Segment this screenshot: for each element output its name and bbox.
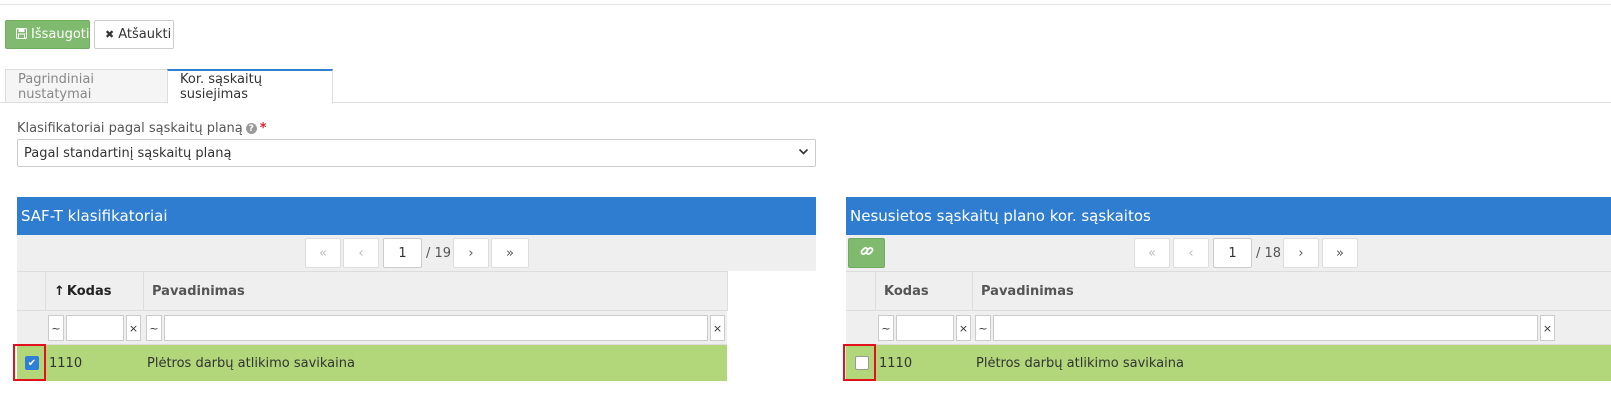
unlinked-code-filter-clear[interactable]: ×	[956, 315, 971, 341]
unlinked-row-name: Plėtros darbų atlikimo savikaina	[976, 355, 1184, 371]
cancel-button-label: Atšaukti	[118, 27, 172, 42]
x-icon: ✖	[105, 28, 115, 41]
saft-col-name[interactable]: Pavadinimas	[143, 271, 728, 311]
unlinked-col-name-label: Pavadinimas	[981, 283, 1074, 299]
unlinked-row-code: 1110	[879, 355, 913, 371]
saft-code-filter-operator[interactable]: ~	[48, 315, 64, 341]
saft-page-input[interactable]: 1	[383, 238, 422, 268]
double-chevron-right-icon[interactable]: »	[1322, 238, 1358, 268]
unlinked-panel-title: Nesusietos sąskaitų plano kor. sąskaitos	[850, 207, 1151, 225]
saft-row-checkbox[interactable]: ✔	[25, 356, 39, 370]
classifier-select-value: Pagal standartinį sąskaitų planą	[24, 145, 232, 161]
save-button[interactable]: Išsaugoti	[5, 20, 90, 49]
save-button-label: Išsaugoti	[31, 27, 90, 42]
unlinked-name-filter-clear[interactable]: ×	[1540, 315, 1555, 341]
unlinked-name-filter-input[interactable]	[993, 315, 1538, 341]
question-circle-icon[interactable]: ?	[245, 123, 257, 134]
cancel-button[interactable]: ✖ Atšaukti	[94, 20, 174, 49]
saft-col-code-label: Kodas	[66, 283, 112, 299]
tab-general-settings[interactable]: Pagrindiniai nustatymai	[5, 69, 168, 103]
unlinked-page-number: 1	[1228, 245, 1237, 261]
saft-name-filter-clear[interactable]: ×	[710, 315, 725, 341]
top-divider	[0, 4, 1611, 5]
chevron-right-icon[interactable]: ›	[1283, 238, 1319, 268]
saft-name-filter-input[interactable]	[164, 315, 708, 341]
saft-col-name-label: Pavadinimas	[152, 283, 245, 299]
classifier-field-label: Klasifikatoriai pagal sąskaitų planą ? *	[17, 121, 267, 136]
chevron-left-icon[interactable]: ‹	[1173, 238, 1209, 268]
tab-account-linking-label: Kor. sąskaitų susiejimas	[180, 72, 262, 102]
saft-page-total: / 19	[426, 245, 452, 261]
double-chevron-right-icon[interactable]: »	[491, 238, 529, 268]
saft-col-code[interactable]: ↑ Kodas	[45, 271, 144, 311]
unlinked-page-input[interactable]: 1	[1213, 238, 1252, 268]
chevron-right-icon[interactable]: ›	[453, 238, 489, 268]
saft-row-name: Plėtros darbų atlikimo savikaina	[147, 355, 355, 371]
sort-arrow-icon: ↑	[54, 283, 65, 299]
double-chevron-left-icon[interactable]: «	[305, 238, 341, 268]
tab-general-settings-label: Pagrindiniai nustatymai	[18, 71, 94, 102]
unlinked-code-filter-input[interactable]	[896, 315, 954, 341]
link-button[interactable]	[848, 238, 885, 268]
link-icon	[860, 244, 874, 262]
saft-page-number: 1	[398, 245, 407, 261]
classifier-label-text: Klasifikatoriai pagal sąskaitų planą	[17, 121, 243, 136]
saft-panel-title: SAF-T klasifikatoriai	[21, 207, 168, 225]
unlinked-page-total: / 18	[1256, 245, 1282, 261]
unlinked-col-code-label: Kodas	[884, 283, 929, 299]
chevron-left-icon[interactable]: ‹	[343, 238, 379, 268]
unlinked-row-checkbox[interactable]	[855, 356, 869, 370]
saft-row-code: 1110	[49, 355, 83, 371]
unlinked-panel-header: Nesusietos sąskaitų plano kor. sąskaitos	[846, 197, 1611, 235]
floppy-disk-icon	[16, 27, 27, 42]
unlinked-col-code[interactable]: Kodas	[875, 271, 973, 311]
classifier-select[interactable]: Pagal standartinį sąskaitų planą	[17, 139, 816, 167]
required-marker: *	[259, 121, 267, 136]
chevron-down-icon	[798, 146, 809, 160]
saft-name-filter-operator[interactable]: ~	[146, 315, 162, 341]
saft-code-filter-clear[interactable]: ×	[126, 315, 141, 341]
unlinked-col-name[interactable]: Pavadinimas	[972, 271, 1611, 311]
saft-code-filter-input[interactable]	[66, 315, 124, 341]
double-chevron-left-icon[interactable]: «	[1134, 238, 1170, 268]
saft-panel-header: SAF-T klasifikatoriai	[17, 197, 816, 235]
tab-account-linking[interactable]: Kor. sąskaitų susiejimas	[167, 69, 333, 104]
unlinked-code-filter-operator[interactable]: ~	[878, 315, 894, 341]
unlinked-name-filter-operator[interactable]: ~	[975, 315, 991, 341]
